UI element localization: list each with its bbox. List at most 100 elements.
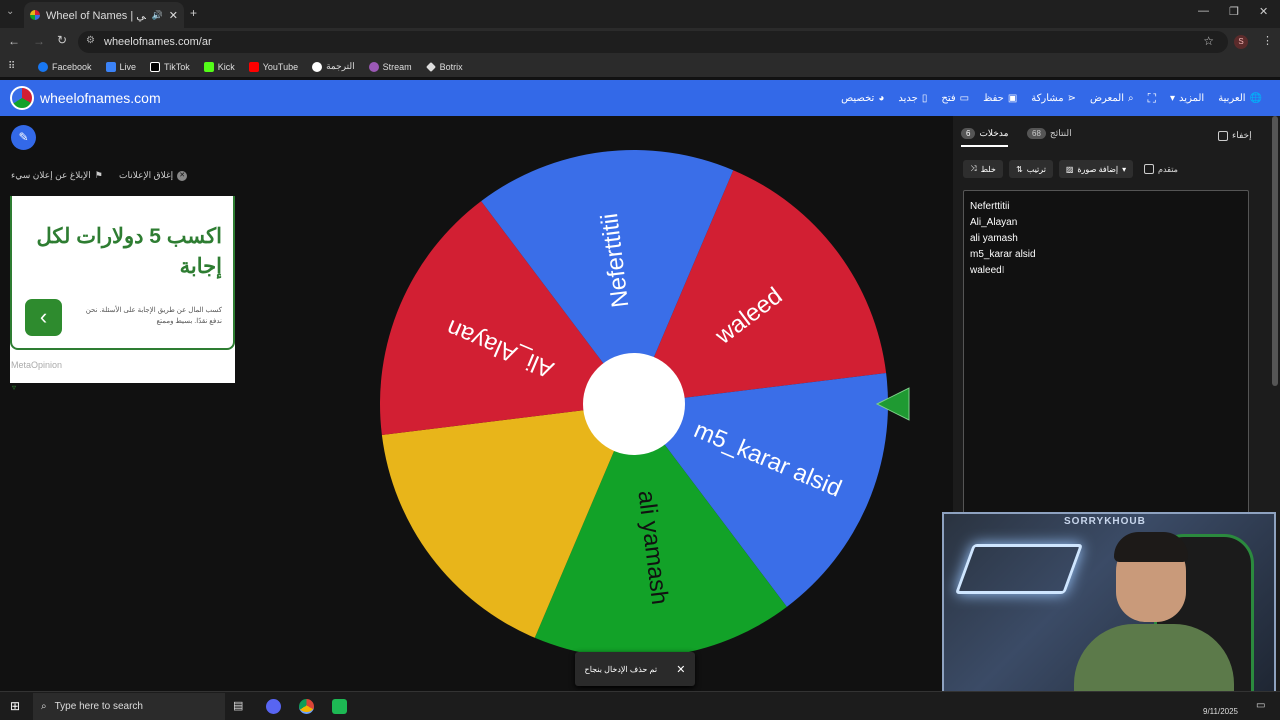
streamer-hair bbox=[1114, 532, 1188, 562]
discord-taskbar-icon[interactable] bbox=[266, 699, 281, 714]
taskbar-search[interactable]: ⌕ Type here to search bbox=[33, 693, 225, 720]
notification-icon[interactable]: ▭ bbox=[1256, 700, 1265, 711]
window-close-icon[interactable]: ✕ bbox=[1259, 5, 1268, 18]
bookmark-translate[interactable]: الترجمة bbox=[312, 61, 355, 72]
fullscreen-button[interactable]: ⛶ bbox=[1148, 91, 1156, 106]
nav-more[interactable]: المزيد ▾ bbox=[1170, 93, 1204, 104]
webcam-overlay: SORRYKHOUB bbox=[942, 512, 1276, 708]
folder-icon: ▭ bbox=[959, 92, 970, 104]
kick-icon bbox=[203, 61, 214, 72]
nav-customize[interactable]: ◕ تخصيص bbox=[841, 93, 884, 104]
bookmark-facebook[interactable]: Facebook bbox=[38, 61, 92, 72]
share-icon: ⋖ bbox=[1067, 92, 1076, 104]
nav-gallery[interactable]: ⌕ المعرض bbox=[1090, 93, 1134, 104]
tab-entries[interactable]: 6 مدخلات bbox=[961, 128, 1009, 147]
results-count-badge: 68 bbox=[1027, 128, 1046, 139]
entry-line: m5_karar alsid bbox=[970, 249, 1036, 260]
taskbar-date: 9/11/2025 bbox=[1203, 707, 1238, 716]
bookmark-star-icon[interactable]: ☆ bbox=[1203, 34, 1214, 48]
search-icon: ⌕ bbox=[41, 701, 47, 712]
tiktok-icon bbox=[150, 61, 161, 72]
restore-icon[interactable]: ❐ bbox=[1229, 5, 1239, 18]
nav-open[interactable]: ▭ فتح bbox=[941, 93, 969, 104]
text-cursor-icon: I bbox=[1001, 265, 1005, 276]
apps-grid-icon[interactable]: ⠿ bbox=[8, 61, 15, 72]
nav-language[interactable]: 🌐 العربية bbox=[1218, 93, 1262, 104]
webcam-sign: SORRYKHOUB bbox=[1064, 516, 1146, 527]
wheel-area: ✎ إغلاق الإعلانات ✕ الإبلاغ عن إعلان سيء… bbox=[0, 116, 953, 691]
fullscreen-icon: ⛶ bbox=[1147, 90, 1157, 105]
search-icon: ⌕ bbox=[1128, 92, 1134, 104]
nav-share[interactable]: ⋖ مشاركة bbox=[1031, 93, 1076, 104]
nav-save[interactable]: ▣ حفظ bbox=[983, 93, 1017, 104]
save-icon: ▣ bbox=[1007, 92, 1018, 104]
advanced-toggle[interactable]: متقدم bbox=[1144, 164, 1178, 174]
bookmark-stream[interactable]: Stream bbox=[368, 61, 412, 72]
browser-tab[interactable]: Wheel of Names | العشوائي 🔊 ✕ bbox=[24, 2, 184, 28]
entry-line: ali yamash bbox=[970, 233, 1018, 244]
wheel-favicon-icon bbox=[30, 10, 40, 20]
entry-line: Neferttitii bbox=[970, 201, 1010, 212]
wheel-center-hub[interactable] bbox=[583, 353, 685, 455]
tab-list-icon[interactable]: ⌄ bbox=[6, 6, 14, 17]
toast-close-icon[interactable]: ✕ bbox=[676, 663, 685, 676]
bookmark-tiktok[interactable]: TikTok bbox=[150, 61, 190, 72]
toast-notification: تم حذف الإدخال بنجاح ✕ bbox=[575, 652, 695, 686]
brand-link[interactable]: wheelofnames.com bbox=[10, 86, 161, 110]
windows-taskbar: ⊞ ⌕ Type here to search ▤ 9/11/2025 ▭ bbox=[0, 691, 1280, 720]
tab-title: Wheel of Names | العشوائي bbox=[46, 9, 146, 22]
toast-message: تم حذف الإدخال بنجاح bbox=[584, 664, 658, 674]
search-placeholder: Type here to search bbox=[54, 701, 143, 712]
wheel-logo-icon bbox=[10, 86, 34, 110]
windows-start-icon[interactable]: ⊞ bbox=[10, 699, 20, 713]
nav-new[interactable]: ▯ جديد bbox=[898, 93, 927, 104]
hide-toggle[interactable]: إخفاء bbox=[1218, 130, 1252, 141]
add-image-button[interactable]: ▨ إضافة صورة ▾ bbox=[1059, 160, 1133, 178]
audio-icon: 🔊 bbox=[151, 9, 163, 20]
chevron-down-icon: ▾ bbox=[1122, 164, 1127, 174]
live-icon bbox=[105, 61, 116, 72]
neon-light bbox=[954, 544, 1084, 594]
brand-name: wheelofnames.com bbox=[40, 90, 161, 106]
site-info-icon[interactable]: ⚙ bbox=[86, 35, 95, 46]
bookmark-live[interactable]: Live bbox=[105, 61, 136, 72]
hide-checkbox[interactable] bbox=[1218, 130, 1228, 141]
facebook-icon bbox=[38, 61, 48, 72]
image-icon: ▨ bbox=[1065, 164, 1074, 174]
entry-line: waleedI bbox=[970, 265, 1005, 276]
task-view-icon[interactable]: ▤ bbox=[233, 699, 243, 712]
globe-icon: 🌐 bbox=[1249, 92, 1262, 104]
chrome-taskbar-icon[interactable] bbox=[299, 699, 314, 714]
new-tab-icon[interactable]: + bbox=[190, 6, 197, 20]
advanced-checkbox[interactable] bbox=[1144, 164, 1154, 174]
reload-icon[interactable]: ↻ bbox=[57, 33, 67, 47]
wheel[interactable]: waleedm5_karar alsidali yamashAli_Alayan… bbox=[0, 116, 953, 691]
app-taskbar-icon[interactable] bbox=[332, 699, 347, 714]
minimize-icon[interactable]: — bbox=[1198, 5, 1209, 17]
botrix-icon bbox=[425, 61, 436, 72]
profile-avatar[interactable]: S bbox=[1234, 35, 1248, 49]
entry-line: Ali_Alayan bbox=[970, 217, 1018, 228]
address-bar[interactable]: ⚙ wheelofnames.com/ar ☆ bbox=[78, 31, 1228, 53]
sort-button[interactable]: ⇅ ترتيب bbox=[1009, 160, 1053, 178]
main-nav: 🌐 العربية المزيد ▾ ⛶ ⌕ المعرض ⋖ مشاركة ▣ حفظ … bbox=[841, 80, 1262, 116]
sort-icon: ⇅ bbox=[1016, 164, 1023, 174]
bookmarks-bar: ⠿ Facebook Live TikTok Kick YouTube التر… bbox=[0, 56, 1280, 78]
file-icon: ▯ bbox=[921, 92, 928, 104]
bookmark-youtube[interactable]: YouTube bbox=[248, 61, 298, 72]
entries-textarea[interactable]: Neferttitii Ali_Alayan ali yamash m5_kar… bbox=[963, 190, 1249, 520]
app-header: wheelofnames.com 🌐 العربية المزيد ▾ ⛶ ⌕ الم… bbox=[0, 80, 1280, 116]
shuffle-icon: ⤨ bbox=[970, 164, 977, 173]
browser-toolbar: ← → ↻ ⚙ wheelofnames.com/ar ☆ S ⋮ bbox=[0, 28, 1280, 56]
google-icon bbox=[312, 61, 323, 72]
bookmark-botrix[interactable]: Botrix bbox=[425, 61, 463, 72]
tab-close-icon[interactable]: ✕ bbox=[169, 9, 178, 22]
browser-menu-icon[interactable]: ⋮ bbox=[1262, 34, 1273, 47]
palette-icon: ◕ bbox=[878, 92, 885, 104]
forward-icon[interactable]: → bbox=[33, 34, 45, 48]
bookmark-kick[interactable]: Kick bbox=[203, 61, 235, 72]
tab-results[interactable]: 68 النتائج bbox=[1027, 128, 1072, 139]
back-icon[interactable]: ← bbox=[8, 34, 20, 48]
scrollbar[interactable] bbox=[1272, 116, 1278, 386]
shuffle-button[interactable]: ⤨ خلط bbox=[963, 160, 1003, 178]
